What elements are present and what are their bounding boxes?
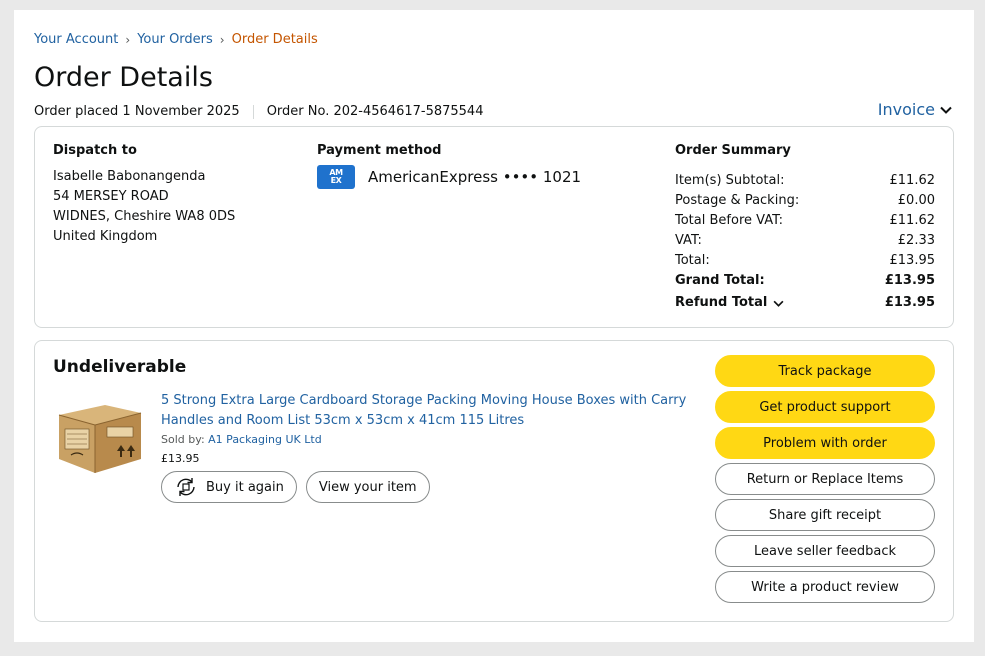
- summary-value: £13.95: [889, 253, 936, 268]
- invoice-label: Invoice: [877, 100, 935, 119]
- view-your-item-label: View your item: [318, 479, 417, 495]
- summary-value: £11.62: [889, 173, 936, 188]
- summary-value: £11.62: [889, 213, 936, 228]
- summary-heading: Order Summary: [675, 143, 791, 158]
- shipping-address: Isabelle Babonangenda 54 MERSEY ROAD WID…: [53, 167, 235, 247]
- order-number: Order No. 202-4564617-5875544: [266, 104, 484, 119]
- order-placed-date: Order placed 1 November 2025: [34, 104, 240, 119]
- address-line: United Kingdom: [53, 229, 158, 244]
- product-buttons: Buy it again View your item: [161, 471, 691, 503]
- product-title-link[interactable]: 5 Strong Extra Large Cardboard Storage P…: [161, 391, 691, 431]
- order-meta: Order placed 1 November 2025 Order No. 2…: [34, 104, 483, 119]
- order-info-box: Dispatch to Isabelle Babonangenda 54 MER…: [34, 126, 954, 328]
- breadcrumb-separator: ›: [219, 32, 225, 47]
- buy-it-again-label: Buy it again: [206, 479, 284, 495]
- order-actions: Track package Get product support Proble…: [715, 355, 935, 607]
- payment-heading: Payment method: [317, 143, 442, 158]
- summary-row: Item(s) Subtotal: £11.62: [675, 171, 935, 191]
- summary-row: Total Before VAT: £11.62: [675, 211, 935, 231]
- sold-by: Sold by: A1 Packaging UK Ltd: [161, 433, 691, 446]
- breadcrumb: Your Account › Your Orders › Order Detai…: [34, 32, 318, 47]
- dispatch-heading: Dispatch to: [53, 143, 137, 158]
- summary-row: Total: £13.95: [675, 251, 935, 271]
- grand-total-label: Grand Total:: [675, 273, 765, 288]
- item-price: £13.95: [161, 452, 200, 465]
- payment-method: AM EX AmericanExpress •••• 1021: [317, 165, 581, 189]
- address-line: WIDNES, Cheshire WA8 0DS: [53, 209, 236, 224]
- cardboard-box-product-image[interactable]: [53, 397, 145, 477]
- summary-label: VAT:: [675, 233, 702, 248]
- buy-again-icon: [177, 478, 195, 496]
- summary-label: Item(s) Subtotal:: [675, 173, 785, 188]
- grand-total-row: Grand Total: £13.95: [675, 271, 935, 291]
- amex-badge-line: EX: [330, 176, 342, 185]
- write-product-review-button[interactable]: Write a product review: [715, 571, 935, 603]
- shipment-box: Undeliverable 5 Strong Extra Large Cardb…: [34, 340, 954, 622]
- breadcrumb-separator: ›: [125, 32, 131, 47]
- refund-total-toggle[interactable]: Refund Total: [675, 291, 784, 315]
- address-line: Isabelle Babonangenda: [53, 169, 206, 184]
- refund-total-row: Refund Total £13.95: [675, 291, 935, 315]
- summary-label: Total:: [675, 253, 710, 268]
- refund-total-value: £13.95: [884, 295, 935, 310]
- summary-label: Postage & Packing:: [675, 193, 800, 208]
- amex-card-icon: AM EX: [317, 165, 355, 189]
- summary-label: Total Before VAT:: [675, 213, 783, 228]
- buy-it-again-button[interactable]: Buy it again: [161, 471, 297, 503]
- summary-value: £0.00: [897, 193, 935, 208]
- share-gift-receipt-button[interactable]: Share gift receipt: [715, 499, 935, 531]
- problem-with-order-button[interactable]: Problem with order: [715, 427, 935, 459]
- order-summary: Item(s) Subtotal: £11.62 Postage & Packi…: [675, 171, 935, 315]
- card-description: AmericanExpress •••• 1021: [368, 168, 582, 186]
- meta-divider: [252, 104, 254, 119]
- track-package-button[interactable]: Track package: [715, 355, 935, 387]
- refund-total-label: Refund Total: [675, 295, 768, 310]
- shipment-status: Undeliverable: [53, 357, 187, 377]
- seller-link[interactable]: A1 Packaging UK Ltd: [208, 433, 322, 446]
- page-title: Order Details: [34, 62, 213, 93]
- invoice-dropdown[interactable]: Invoice: [878, 100, 952, 119]
- grand-total-value: £13.95: [884, 273, 935, 288]
- chevron-down-icon: [773, 300, 784, 307]
- return-replace-button[interactable]: Return or Replace Items: [715, 463, 935, 495]
- breadcrumb-your-orders[interactable]: Your Orders: [137, 32, 213, 47]
- sold-by-label: Sold by:: [161, 433, 205, 446]
- chevron-down-icon: [940, 106, 952, 114]
- product-info: 5 Strong Extra Large Cardboard Storage P…: [161, 391, 691, 503]
- breadcrumb-current: Order Details: [231, 32, 318, 47]
- breadcrumb-your-account[interactable]: Your Account: [34, 32, 118, 47]
- summary-value: £2.33: [897, 233, 935, 248]
- address-line: 54 MERSEY ROAD: [53, 189, 169, 204]
- leave-seller-feedback-button[interactable]: Leave seller feedback: [715, 535, 935, 567]
- order-details-page: Your Account › Your Orders › Order Detai…: [14, 10, 974, 642]
- get-product-support-button[interactable]: Get product support: [715, 391, 935, 423]
- summary-row: VAT: £2.33: [675, 231, 935, 251]
- view-your-item-button[interactable]: View your item: [305, 471, 430, 503]
- summary-row: Postage & Packing: £0.00: [675, 191, 935, 211]
